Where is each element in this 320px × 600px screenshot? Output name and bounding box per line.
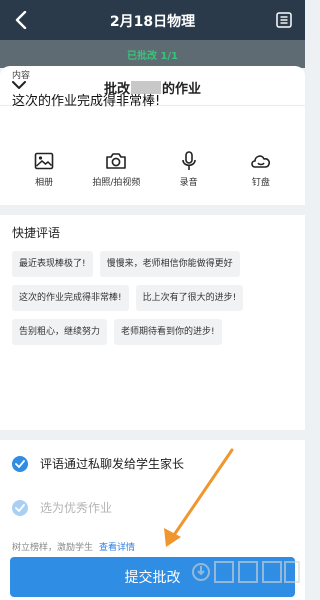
top-bar: 2月18日物理 [0, 0, 305, 40]
quick-comment-chip[interactable]: 告别粗心，继续努力 [12, 319, 108, 345]
notify-parents-label: 评语通过私聊发给学生家长 [40, 457, 185, 471]
record-label: 录音 [179, 178, 198, 188]
camera-button[interactable]: 拍照/拍视频 [86, 150, 146, 196]
comment-input[interactable]: 这次的作业完成得非常棒! [12, 90, 160, 109]
quick-comment-chip[interactable]: 老师期待看到你的进步! [114, 319, 222, 345]
sheet-title-suffix: 的作业 [162, 82, 202, 97]
mark-excellent-label: 选为优秀作业 [40, 501, 113, 515]
attachment-toolbar: 相册 拍照/拍视频 录音 钉盘 [0, 150, 305, 196]
menu-button[interactable] [271, 7, 297, 33]
site-watermark-logo [192, 561, 300, 583]
footnote: 树立榜样，激励学生 查看详情 [12, 540, 135, 553]
footnote-text: 树立榜样，激励学生 [12, 543, 94, 553]
album-label: 相册 [35, 178, 54, 188]
view-details-link[interactable]: 查看详情 [99, 543, 135, 553]
quick-comment-chip[interactable]: 最近表现棒极了! [12, 251, 93, 277]
section-divider [0, 430, 305, 440]
quick-comment-chip[interactable]: 慢慢来，老师相信你能做得更好 [99, 251, 240, 277]
status-text: 已批改 1/1 [126, 51, 179, 62]
status-strip: 已批改 1/1 [0, 40, 305, 68]
quick-comments-title: 快捷评语 [12, 226, 61, 240]
quick-comments-list: 最近表现棒极了! 慢慢来，老师相信你能做得更好 这次的作业完成得非常棒! 比上次… [12, 251, 296, 345]
mark-excellent-option[interactable]: 选为优秀作业 [12, 499, 112, 516]
section-divider [0, 205, 305, 215]
notify-parents-option[interactable]: 评语通过私聊发给学生家长 [12, 455, 184, 472]
image-icon [34, 150, 54, 172]
content-label: 内容 [12, 71, 31, 81]
camera-icon [105, 150, 127, 172]
ding-drive-label: 钉盘 [251, 178, 270, 188]
quick-comment-chip[interactable]: 这次的作业完成得非常棒! [12, 285, 129, 311]
album-button[interactable]: 相册 [14, 150, 74, 196]
checkbox-checked-icon [12, 455, 28, 472]
ding-drive-button[interactable]: 钉盘 [231, 150, 291, 196]
page-title: 2月18日物理 [109, 14, 196, 30]
camera-label: 拍照/拍视频 [92, 178, 141, 188]
list-menu-icon [276, 12, 292, 28]
microphone-icon [181, 150, 197, 172]
quick-comment-chip[interactable]: 比上次有了很大的进步! [135, 285, 244, 311]
record-button[interactable]: 录音 [159, 150, 219, 196]
checkbox-disabled-icon [12, 499, 28, 516]
cloud-drive-icon [250, 150, 272, 172]
